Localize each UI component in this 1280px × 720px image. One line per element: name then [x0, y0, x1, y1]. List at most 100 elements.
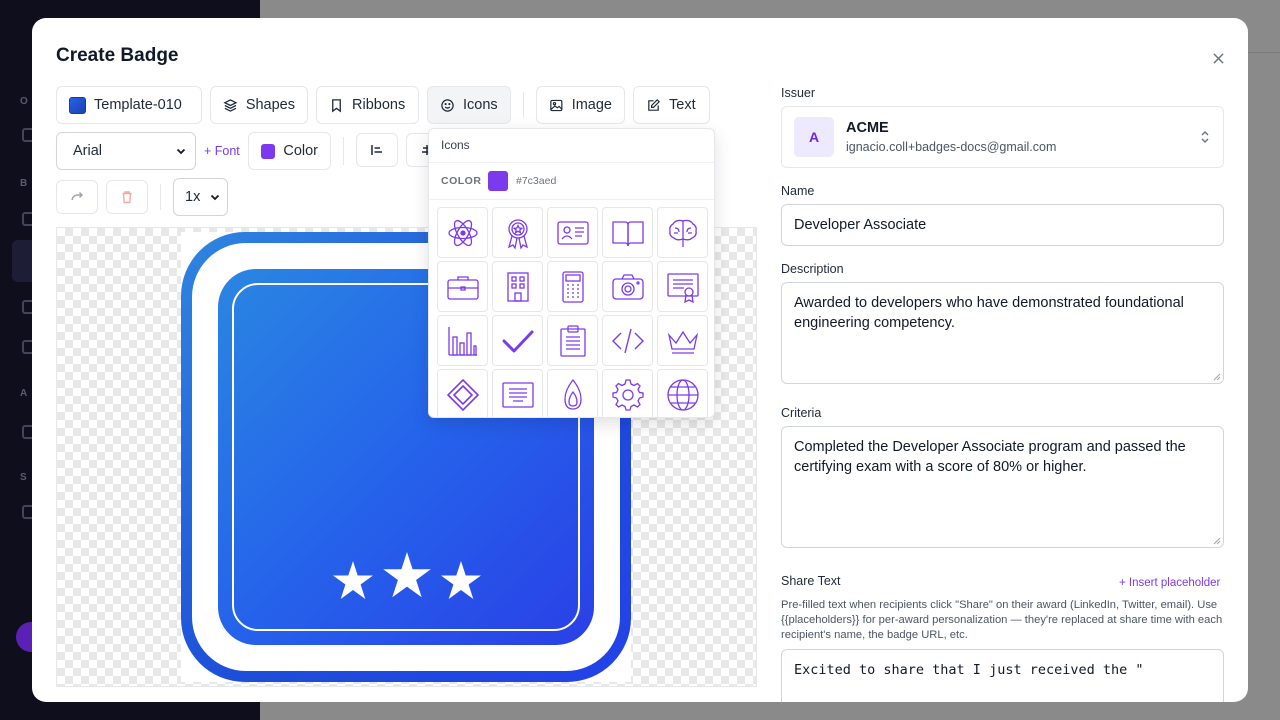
toolbar-divider	[160, 184, 161, 210]
template-label: Template-010	[94, 97, 182, 113]
icon-option-gear[interactable]	[602, 369, 653, 417]
background-section-label: B	[20, 178, 28, 189]
open-book-icon	[611, 220, 644, 246]
description-text: Awarded to developers who have demonstra…	[794, 295, 1184, 331]
description-label: Description	[781, 262, 844, 276]
template-button[interactable]: Template-010	[56, 86, 202, 124]
ribbons-label: Ribbons	[352, 97, 406, 113]
color-button[interactable]: Color	[248, 132, 331, 170]
certificate-icon	[666, 272, 699, 303]
name-input[interactable]: Developer Associate	[781, 204, 1224, 246]
resize-handle-icon[interactable]	[1213, 373, 1221, 381]
icon-option-camera[interactable]	[602, 261, 653, 312]
flame-icon	[563, 378, 582, 410]
icons-popover: Icons COLOR #7c3aed	[428, 128, 715, 418]
icon-option-building[interactable]	[492, 261, 543, 312]
layers-icon	[223, 98, 238, 112]
template-swatch	[69, 96, 86, 114]
toolbar-divider	[343, 137, 344, 165]
document-lines-icon	[501, 381, 534, 408]
star-icon	[383, 552, 431, 598]
text-button[interactable]: Text	[633, 86, 710, 124]
scale-value: 1x	[185, 189, 201, 205]
icon-option-briefcase[interactable]	[437, 261, 488, 312]
award-ribbon-icon	[507, 218, 528, 250]
image-label: Image	[571, 97, 612, 113]
popover-divider	[429, 162, 714, 163]
icon-option-atom[interactable]	[437, 207, 488, 258]
checkmark-icon	[502, 330, 533, 352]
scale-select[interactable]: 1x	[173, 178, 228, 216]
diamond-icon	[446, 378, 479, 411]
icon-option-checkmark[interactable]	[492, 315, 543, 366]
calculator-icon	[561, 270, 584, 303]
bar-chart-icon	[447, 326, 477, 356]
icon-option-document[interactable]	[492, 369, 543, 417]
icon-option-award[interactable]	[492, 207, 543, 258]
align-left-icon	[371, 145, 382, 155]
background-section-label: S	[20, 472, 27, 483]
building-icon	[506, 271, 529, 302]
issuer-label: Issuer	[781, 86, 816, 100]
add-font-link[interactable]: + Font	[204, 144, 240, 158]
trash-icon	[122, 191, 132, 204]
issuer-avatar: A	[794, 117, 834, 157]
popover-color-swatch[interactable]	[488, 171, 508, 191]
icon-option-clipboard[interactable]	[547, 315, 598, 366]
code-icon	[611, 328, 644, 353]
star-icon	[333, 561, 373, 599]
share-text-label: Share Text	[781, 574, 841, 588]
popover-color-label: COLOR	[441, 175, 482, 187]
background-section-label: A	[20, 388, 28, 399]
resize-handle-icon[interactable]	[1213, 537, 1221, 545]
icon-option-calculator[interactable]	[547, 261, 598, 312]
insert-placeholder-link[interactable]: + Insert placeholder	[1119, 577, 1220, 589]
globe-icon	[666, 378, 699, 411]
popover-color-hex: #7c3aed	[516, 175, 557, 187]
background-section-label: O	[20, 96, 28, 107]
icon-option-brain[interactable]	[657, 207, 708, 258]
chevron-down-icon	[210, 194, 220, 201]
gear-icon	[611, 378, 644, 411]
shapes-button[interactable]: Shapes	[210, 86, 308, 124]
popover-divider	[429, 199, 714, 200]
image-icon	[550, 99, 563, 111]
redo-button[interactable]	[56, 180, 98, 214]
icon-option-bar-chart[interactable]	[437, 315, 488, 366]
delete-button[interactable]	[106, 180, 148, 214]
close-button[interactable]	[1208, 48, 1228, 68]
icon-option-book[interactable]	[602, 207, 653, 258]
camera-icon	[611, 273, 644, 300]
ribbons-button[interactable]: Ribbons	[316, 86, 419, 124]
icon-option-code[interactable]	[602, 315, 653, 366]
text-label: Text	[669, 97, 696, 113]
icon-option-crown[interactable]	[657, 315, 708, 366]
icon-option-certificate[interactable]	[657, 261, 708, 312]
shapes-label: Shapes	[245, 97, 295, 113]
chevron-up-down-icon	[1201, 131, 1209, 143]
font-select[interactable]: Arial	[56, 132, 196, 170]
briefcase-icon	[446, 275, 479, 300]
atom-icon	[447, 219, 478, 246]
image-button[interactable]: Image	[536, 86, 625, 124]
description-textarea[interactable]: Awarded to developers who have demonstra…	[781, 282, 1224, 384]
id-card-icon	[556, 220, 589, 245]
icons-button[interactable]: Icons	[427, 86, 511, 124]
share-text-textarea[interactable]: Excited to share that I just received th…	[781, 649, 1224, 702]
icon-option-diamond[interactable]	[437, 369, 488, 417]
icon-option-flame[interactable]	[547, 369, 598, 417]
color-swatch	[261, 143, 276, 159]
issuer-name: ACME	[846, 120, 889, 136]
criteria-text: Completed the Developer Associate progra…	[794, 439, 1186, 475]
icon-option-globe[interactable]	[657, 369, 708, 417]
redo-icon	[71, 192, 83, 201]
crown-icon	[667, 330, 698, 354]
clipboard-icon	[559, 324, 586, 357]
popover-title: Icons	[441, 138, 470, 152]
criteria-textarea[interactable]: Completed the Developer Associate progra…	[781, 426, 1224, 548]
icon-option-id-card[interactable]	[547, 207, 598, 258]
close-icon	[1212, 52, 1224, 64]
align-left-button[interactable]	[356, 133, 398, 167]
color-label: Color	[283, 143, 318, 159]
issuer-select[interactable]: A ACME ignacio.coll+badges-docs@gmail.co…	[781, 106, 1224, 168]
